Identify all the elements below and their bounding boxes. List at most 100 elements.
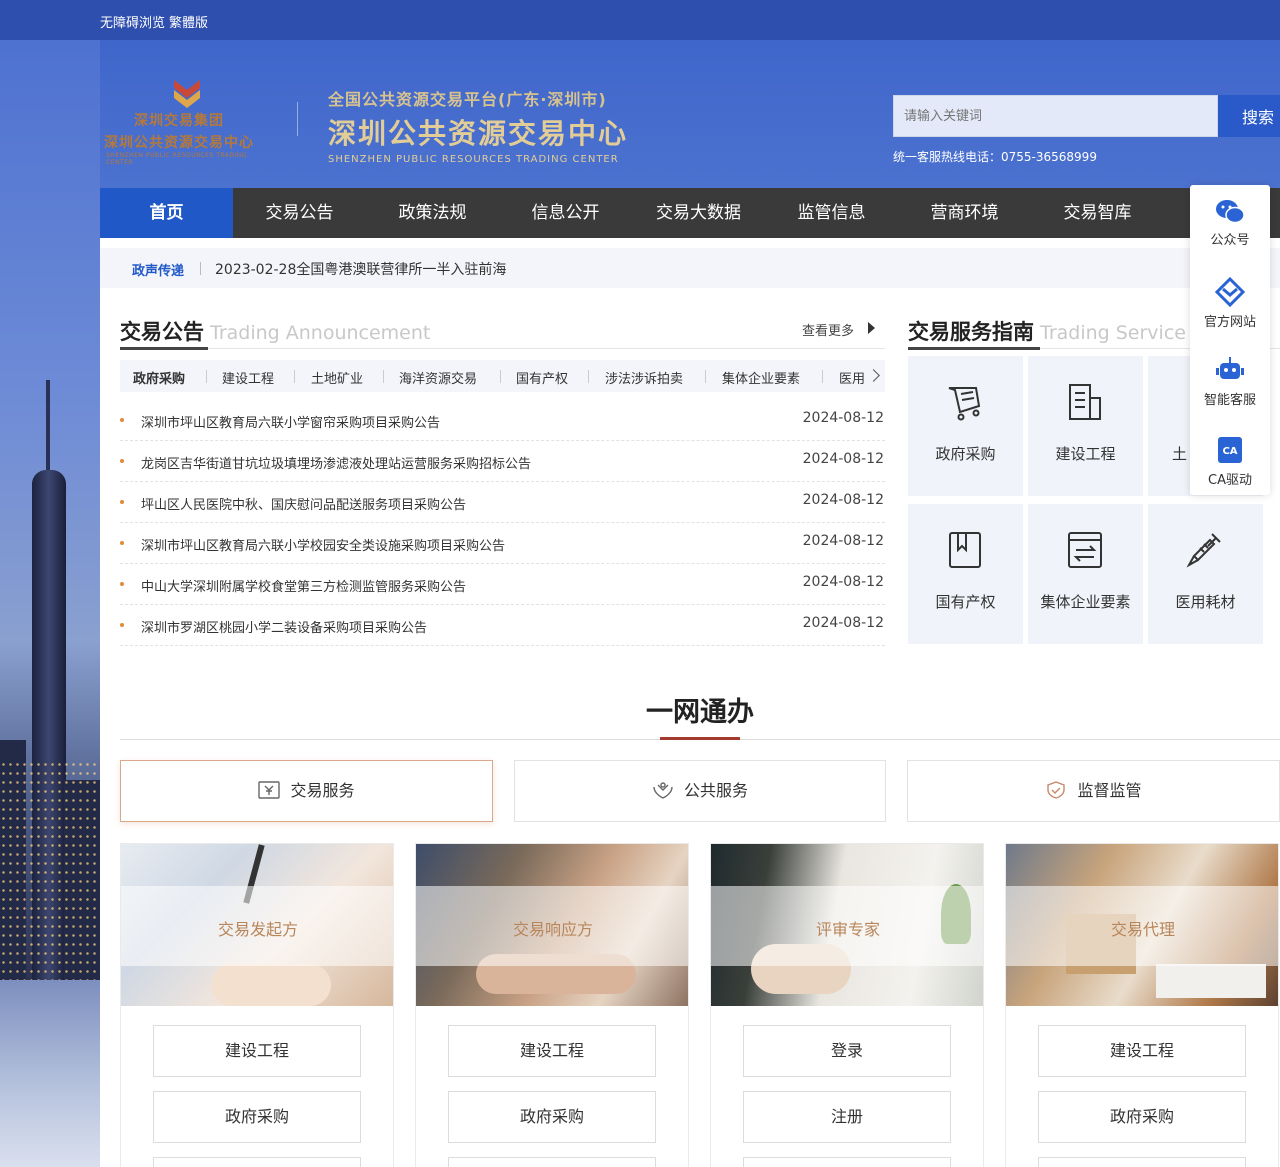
- agent-procurement-button[interactable]: 政府采购: [1038, 1091, 1246, 1143]
- column-expert: 评审专家 登录 注册: [710, 843, 984, 1167]
- service-guide-title: 交易服务指南: [908, 320, 1034, 344]
- agent-construction-button[interactable]: 建设工程: [1038, 1025, 1246, 1077]
- city-backdrop: [0, 0, 100, 1167]
- group-logo-line2: 深圳公共资源交易中心: [104, 135, 254, 151]
- search-box: 搜索: [893, 95, 1280, 137]
- initiator-photo: 交易发起方: [121, 844, 393, 1006]
- syringe-icon: [1186, 533, 1221, 568]
- group-logo-line3: SHENZHEN PUBLIC RESOURCES TRADING CENTER: [106, 152, 247, 166]
- service-card-medical[interactable]: 医用耗材: [1148, 504, 1263, 644]
- nav-item-home[interactable]: 首页: [100, 188, 233, 238]
- group-logo-icon: [174, 80, 200, 108]
- center-logo[interactable]: 全国公共资源交易平台(广东·深圳市) 深圳公共资源交易中心 SHENZHEN P…: [328, 86, 628, 165]
- list-item[interactable]: 龙岗区吉华街道甘坑垃圾填埋场渗滤液处理站运营服务采购招标公告 2024-08-12: [120, 441, 885, 482]
- service-guide-title-en: Trading Service: [1040, 322, 1186, 344]
- responder-more-button[interactable]: [448, 1157, 656, 1167]
- building-icon: [1069, 384, 1101, 420]
- one-net-title: 一网通办: [646, 697, 754, 728]
- nav-item-think-tank[interactable]: 交易智库: [1031, 188, 1164, 238]
- platform-name: 全国公共资源交易平台(广东·深圳市): [328, 90, 607, 109]
- expert-login-button[interactable]: 登录: [743, 1025, 951, 1077]
- group-logo-line1: 深圳交易集团: [134, 113, 224, 129]
- ticker-label: 政声传递: [132, 264, 185, 279]
- tabs-next-icon[interactable]: [865, 360, 885, 392]
- search-button[interactable]: 搜索: [1218, 95, 1280, 137]
- book-icon: [949, 532, 981, 568]
- more-link[interactable]: 查看更多: [802, 320, 854, 339]
- expert-register-button[interactable]: 注册: [743, 1091, 951, 1143]
- agent-more-button[interactable]: [1038, 1157, 1246, 1167]
- list-item[interactable]: 深圳市坪山区教育局六联小学窗帘采购项目采购公告 2024-08-12: [120, 400, 885, 441]
- initiator-construction-button[interactable]: 建设工程: [153, 1025, 361, 1077]
- wechat-button[interactable]: 公众号: [1190, 199, 1270, 248]
- nav-item-info[interactable]: 信息公开: [499, 188, 632, 238]
- service-card-collective[interactable]: 集体企业要素: [1028, 504, 1143, 644]
- announcement-title-en: Trading Announcement: [210, 322, 431, 344]
- nav-item-announcement[interactable]: 交易公告: [233, 188, 366, 238]
- service-card-construction[interactable]: 建设工程: [1028, 356, 1143, 496]
- column-responder: 交易响应方 建设工程 政府采购: [415, 843, 689, 1167]
- top-bar: 无障碍浏览 繁體版: [0, 0, 1280, 40]
- agent-photo: 交易代理: [1006, 844, 1278, 1006]
- header-divider: [297, 102, 298, 136]
- expert-photo: 评审专家: [711, 844, 983, 1006]
- center-english-name: SHENZHEN PUBLIC RESOURCES TRADING CENTER: [328, 154, 619, 165]
- nav-item-business-env[interactable]: 营商环境: [898, 188, 1031, 238]
- expert-caption: 评审专家: [815, 920, 880, 939]
- smart-service-button[interactable]: 智能客服: [1190, 355, 1270, 408]
- list-item[interactable]: 深圳市坪山区教育局六联小学校园安全类设施采购项目采购公告 2024-08-12: [120, 523, 885, 564]
- service-card-state-property[interactable]: 国有产权: [908, 504, 1023, 644]
- service-card-gov-procurement[interactable]: 政府采购: [908, 356, 1023, 496]
- ca-icon: CA: [1218, 437, 1242, 463]
- official-site-icon: [1215, 277, 1245, 307]
- tab-marine[interactable]: 海洋资源交易: [399, 368, 477, 387]
- tab-state-property[interactable]: 国有产权: [516, 368, 568, 387]
- responder-construction-button[interactable]: 建设工程: [448, 1025, 656, 1077]
- search-input[interactable]: [893, 95, 1218, 137]
- tab-gov-procurement[interactable]: 政府采购: [133, 368, 185, 387]
- hotline-text: 统一客服热线电话：0755-36568999: [893, 150, 1097, 164]
- public-service-icon: [653, 781, 673, 799]
- main-content: 政声传递 2023-02-28全国粤港澳联营律所一半入驻前海 交易公告 Tradi…: [100, 238, 1280, 1167]
- tab-litigation-auction[interactable]: 涉法涉诉拍卖: [605, 368, 683, 387]
- expert-more-button[interactable]: [743, 1157, 951, 1167]
- shield-icon: [1047, 780, 1066, 799]
- nav-item-policy[interactable]: 政策法规: [366, 188, 499, 238]
- nav-item-bigdata[interactable]: 交易大数据: [632, 188, 765, 238]
- tab-public-service[interactable]: 公共服务: [514, 760, 886, 822]
- column-initiator: 交易发起方 建设工程 政府采购: [120, 843, 394, 1167]
- initiator-procurement-button[interactable]: 政府采购: [153, 1091, 361, 1143]
- responder-procurement-button[interactable]: 政府采购: [448, 1091, 656, 1143]
- ca-driver-button[interactable]: CA CA驱动: [1190, 435, 1270, 488]
- column-agent: 交易代理 建设工程 政府采购: [1005, 843, 1279, 1167]
- announcement-tabs: 政府采购 建设工程 土地矿业 海洋资源交易 国有产权 涉法涉诉拍卖 集体企业要素…: [120, 360, 885, 392]
- official-site-button[interactable]: 官方网站: [1190, 277, 1270, 330]
- responder-caption: 交易响应方: [512, 920, 593, 939]
- accessible-link[interactable]: 无障碍浏览: [100, 16, 165, 31]
- news-ticker: 政声传递 2023-02-28全国粤港澳联营律所一半入驻前海: [100, 248, 1280, 288]
- announcement-title: 交易公告: [120, 320, 204, 344]
- group-logo[interactable]: 深圳交易集团 深圳公共资源交易中心 SHENZHEN PUBLIC RESOUR…: [104, 74, 274, 166]
- ticker-text[interactable]: 2023-02-28全国粤港澳联营律所一半入驻前海: [215, 259, 506, 279]
- list-item[interactable]: 深圳市罗湖区桃园小学二装设备采购项目采购公告 2024-08-12: [120, 605, 885, 646]
- tab-construction[interactable]: 建设工程: [222, 368, 274, 387]
- announcement-list: 深圳市坪山区教育局六联小学窗帘采购项目采购公告 2024-08-12 龙岗区吉华街…: [120, 400, 885, 646]
- traditional-link[interactable]: 繁體版: [169, 16, 208, 31]
- list-item[interactable]: 坪山区人民医院中秋、国庆慰问品配送服务项目采购公告 2024-08-12: [120, 482, 885, 523]
- tab-supervision[interactable]: 监督监管: [907, 760, 1280, 822]
- tab-land-mining[interactable]: 土地矿业: [311, 368, 363, 387]
- tab-medical[interactable]: 医用: [839, 368, 865, 387]
- exchange-icon: [1068, 532, 1102, 568]
- initiator-caption: 交易发起方: [217, 920, 298, 939]
- wechat-icon: [1216, 200, 1245, 224]
- tab-trading-service[interactable]: 交易服务: [120, 760, 493, 822]
- tab-collective[interactable]: 集体企业要素: [722, 368, 800, 387]
- nav-item-supervision[interactable]: 监管信息: [765, 188, 898, 238]
- center-name: 深圳公共资源交易中心: [328, 117, 629, 150]
- announcement-heading: 交易公告 Trading Announcement: [120, 316, 430, 346]
- initiator-more-button[interactable]: [153, 1157, 361, 1167]
- more-arrow-icon[interactable]: [868, 322, 875, 334]
- robot-icon: [1216, 357, 1244, 379]
- main-nav: 首页 交易公告 政策法规 信息公开 交易大数据 监管信息 营商环境 交易智库: [100, 188, 1280, 238]
- list-item[interactable]: 中山大学深圳附属学校食堂第三方检测监管服务采购公告 2024-08-12: [120, 564, 885, 605]
